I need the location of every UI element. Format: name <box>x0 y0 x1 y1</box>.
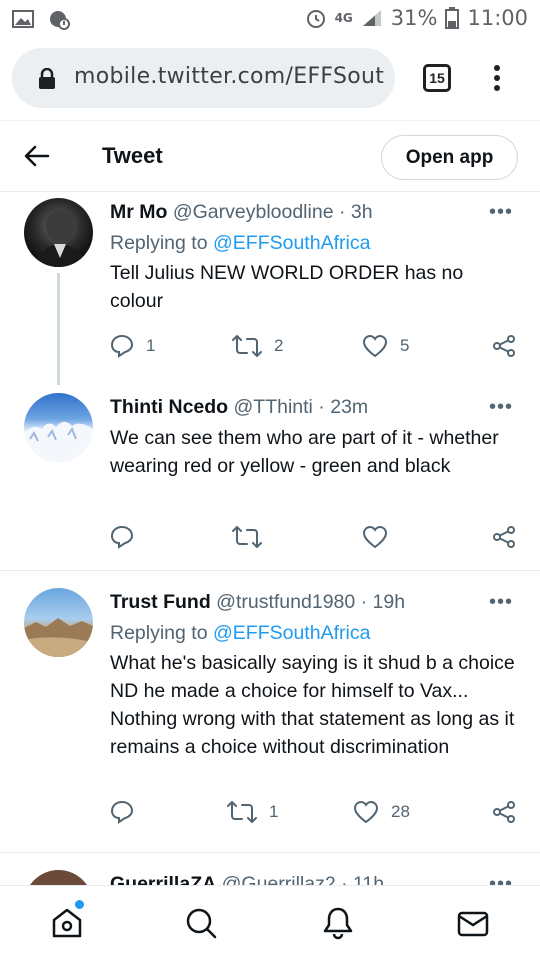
battery-icon <box>445 7 460 29</box>
back-arrow-icon[interactable] <box>24 143 50 169</box>
author-name[interactable]: Thinti Ncedo <box>110 396 228 418</box>
heart-icon <box>353 800 379 824</box>
tweet-actions <box>110 525 520 555</box>
like-count: 5 <box>400 336 410 355</box>
nav-messages[interactable] <box>456 906 490 945</box>
thread-connector <box>57 273 60 385</box>
share-icon <box>493 801 515 823</box>
status-bar: 4G 31% 11:00 <box>0 0 540 38</box>
more-options-icon[interactable]: ••• <box>489 396 513 419</box>
retweet-icon <box>227 801 257 823</box>
notifications-icon <box>323 907 353 940</box>
retweet-count: 2 <box>274 336 284 355</box>
mention-link[interactable]: @EFFSouthAfrica <box>213 232 370 254</box>
browser-toolbar: mobile.twitter.com/EFFSouthA 15 <box>0 38 540 120</box>
bottom-navigation <box>0 885 540 960</box>
nav-notifications[interactable] <box>321 906 355 945</box>
messages-icon <box>457 911 489 937</box>
author-name[interactable]: Mr Mo <box>110 201 167 223</box>
home-icon <box>52 908 82 938</box>
tweet-text: We can see them who are part of it - whe… <box>110 427 499 477</box>
more-options-icon[interactable]: ••• <box>489 873 513 885</box>
signal-icon <box>362 10 381 26</box>
divider <box>0 852 540 853</box>
retweet-icon <box>232 335 262 357</box>
nav-home[interactable] <box>50 906 84 945</box>
tweet-actions: 1 2 5 <box>110 334 520 364</box>
network-type: 4G <box>334 11 353 25</box>
avatar[interactable] <box>24 393 93 462</box>
share-button[interactable] <box>492 800 516 824</box>
page-header: Tweet Open app <box>0 120 540 192</box>
retweet-button[interactable] <box>232 525 274 549</box>
replying-to: Replying to @EFFSouthAfrica <box>110 232 371 254</box>
retweet-icon <box>232 526 262 548</box>
gallery-icon <box>12 10 34 28</box>
settings-notification-icon <box>50 11 70 30</box>
reply-timeline: Mr Mo @Garveybloodline · 3h ••• Replying… <box>0 193 540 885</box>
author-handle[interactable]: @Guerrillaz2 · 11h <box>222 873 385 885</box>
avatar[interactable] <box>24 870 93 885</box>
reply-button[interactable] <box>110 525 146 549</box>
avatar[interactable] <box>24 588 93 657</box>
page-title: Tweet <box>102 143 163 168</box>
reply-icon <box>110 525 134 549</box>
like-button[interactable] <box>362 525 400 549</box>
more-options-icon[interactable]: ••• <box>489 591 513 614</box>
reply-icon <box>110 800 134 824</box>
like-count: 28 <box>391 802 410 821</box>
reply-button[interactable] <box>110 800 146 824</box>
nav-search[interactable] <box>184 906 218 945</box>
like-button[interactable]: 5 <box>362 334 409 358</box>
divider <box>0 570 540 571</box>
tweet-text: Tell Julius NEW WORLD ORDER has no colou… <box>110 262 464 312</box>
replying-to: Replying to @EFFSouthAfrica <box>110 622 371 644</box>
tweet[interactable]: Mr Mo @Garveybloodline · 3h ••• Replying… <box>0 193 540 388</box>
share-icon <box>493 526 515 548</box>
share-button[interactable] <box>492 525 516 549</box>
mention-link[interactable]: @EFFSouthAfrica <box>213 622 370 644</box>
battery-percent: 31% <box>390 6 438 30</box>
like-button[interactable]: 28 <box>353 800 410 824</box>
tweet[interactable]: GuerrillaZA @Guerrillaz2 · 11h ••• <box>0 860 540 885</box>
retweet-button[interactable]: 2 <box>232 334 283 358</box>
url-text[interactable]: mobile.twitter.com/EFFSouthA <box>74 64 384 89</box>
author-name[interactable]: GuerrillaZA <box>110 873 216 885</box>
open-app-button[interactable]: Open app <box>381 135 518 180</box>
lock-icon <box>39 68 55 89</box>
tweet[interactable]: Thinti Ncedo @TThinti · 23m ••• We can s… <box>0 388 540 570</box>
alarm-icon <box>306 10 325 28</box>
heart-icon <box>362 525 388 549</box>
reply-count: 1 <box>146 336 156 355</box>
author-handle[interactable]: @trustfund1980 · 19h <box>216 591 405 613</box>
author-name[interactable]: Trust Fund <box>110 591 211 613</box>
home-notification-dot <box>75 900 84 909</box>
search-icon <box>186 908 217 939</box>
clock: 11:00 <box>467 6 528 30</box>
share-icon <box>493 335 515 357</box>
share-button[interactable] <box>492 334 516 358</box>
tweet-actions: 1 28 <box>110 800 520 830</box>
heart-icon <box>362 334 388 358</box>
more-options-icon[interactable]: ••• <box>489 201 513 224</box>
browser-menu-icon[interactable] <box>492 65 502 95</box>
tweet-text: What he's basically saying is it shud b … <box>110 652 515 758</box>
author-handle[interactable]: @Garveybloodline · 3h <box>173 201 373 223</box>
avatar[interactable] <box>24 198 93 267</box>
tweet[interactable]: Trust Fund @trustfund1980 · 19h ••• Repl… <box>0 578 540 848</box>
reply-button[interactable]: 1 <box>110 334 155 358</box>
tab-switcher-button[interactable]: 15 <box>423 64 451 92</box>
retweet-button[interactable]: 1 <box>227 800 278 824</box>
retweet-count: 1 <box>269 802 279 821</box>
reply-icon <box>110 334 134 358</box>
address-bar[interactable]: mobile.twitter.com/EFFSouthA <box>12 48 395 108</box>
author-handle[interactable]: @TThinti · 23m <box>234 396 369 418</box>
